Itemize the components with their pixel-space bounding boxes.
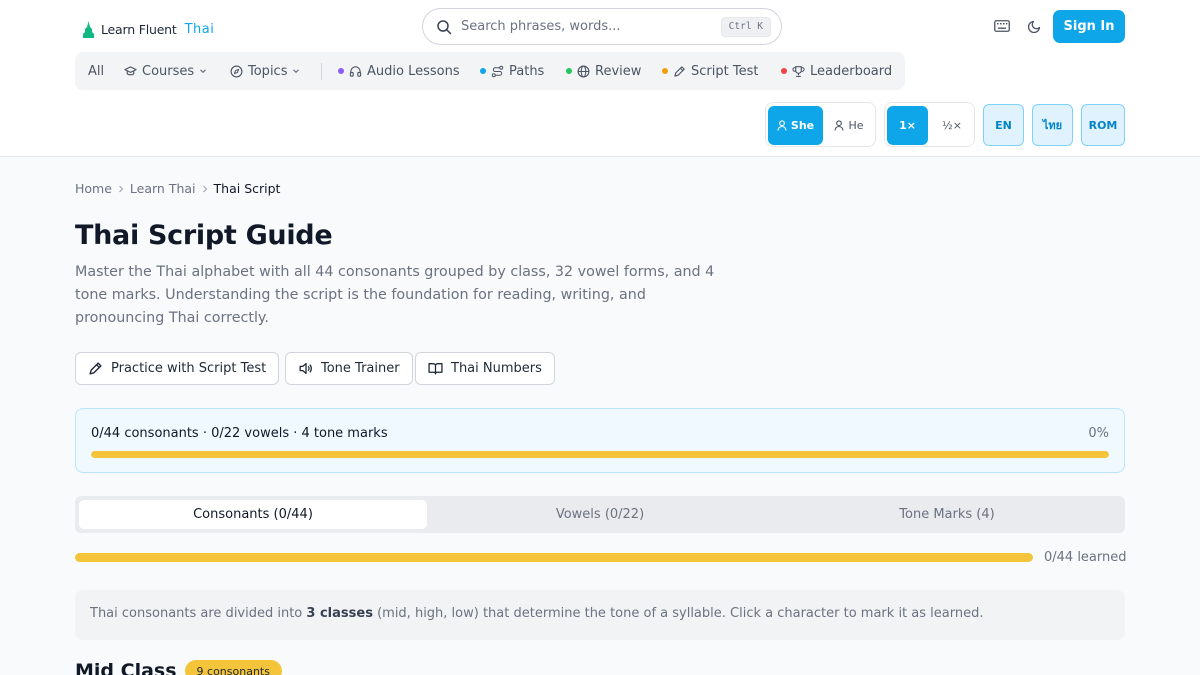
- user-icon: [834, 120, 845, 131]
- script-test-button[interactable]: Practice with Script Test: [75, 352, 280, 385]
- learned-progress-bar: [75, 553, 1033, 562]
- info-text-bold: 3 classes: [306, 606, 373, 621]
- nav-dot: [338, 68, 344, 74]
- nav-courses[interactable]: Courses: [124, 52, 207, 90]
- tab-vowels[interactable]: Vowels (0/22): [426, 500, 774, 529]
- search-icon: [437, 20, 452, 35]
- nav-dot: [781, 68, 787, 74]
- lang-en-button[interactable]: EN: [983, 104, 1024, 146]
- keyboard-icon: [994, 20, 1010, 32]
- nav-courses-label: Courses: [142, 63, 195, 79]
- thai-numbers-button[interactable]: Thai Numbers: [415, 352, 555, 385]
- voice-she-label: She: [790, 119, 815, 132]
- nav-all-label: All: [88, 63, 105, 79]
- tab-tone-marks[interactable]: Tone Marks (4): [773, 500, 1121, 529]
- pen-icon: [89, 362, 102, 375]
- nav-divider: [321, 63, 322, 80]
- chevron-down-icon: [200, 69, 207, 74]
- speaker-icon: [299, 363, 312, 374]
- main-nav: All Courses Topics Audio Lessons Paths R…: [75, 52, 905, 90]
- headphones-icon: [349, 65, 362, 77]
- brand-name: Learn Fluent: [101, 21, 177, 37]
- pen-icon: [674, 65, 685, 77]
- consonant-info-box: Thai consonants are divided into 3 class…: [75, 590, 1125, 640]
- book-icon: [428, 363, 443, 375]
- search-input[interactable]: Search phrases, words...: [461, 19, 621, 34]
- info-text-before: Thai consonants are divided into: [90, 606, 307, 621]
- nav-topics-label: Topics: [248, 63, 288, 79]
- user-icon: [777, 120, 787, 131]
- compass-icon: [230, 65, 243, 77]
- consonant-count-badge: 9 consonants: [184, 660, 282, 675]
- theme-toggle-button[interactable]: [1025, 16, 1045, 36]
- voice-she-button[interactable]: She: [768, 106, 823, 145]
- nav-dot: [566, 68, 572, 74]
- keyboard-button[interactable]: [992, 16, 1012, 36]
- nav-dot: [662, 68, 668, 74]
- progress-summary-text: 0/44 consonants · 0/22 vowels · 4 tone m…: [91, 426, 388, 441]
- chevron-down-icon: [293, 69, 300, 74]
- graduation-cap-icon: [124, 65, 137, 75]
- progress-bar: [91, 451, 1109, 458]
- speed-toggle: 1× ½×: [884, 102, 975, 147]
- info-text-after: (mid, high, low) that determine the tone…: [372, 606, 984, 621]
- speed-half-label: ½×: [942, 119, 962, 132]
- breadcrumb: Home Learn Thai Thai Script: [75, 181, 280, 196]
- brand-logo[interactable]: Learn Fluent Thai: [82, 19, 214, 39]
- thai-numbers-label: Thai Numbers: [451, 361, 542, 376]
- speed-half-button[interactable]: ½×: [930, 106, 974, 145]
- voice-he-button[interactable]: He: [823, 106, 875, 145]
- page-description: Master the Thai alphabet with all 44 con…: [75, 264, 715, 326]
- nav-audio-lessons-label: Audio Lessons: [367, 63, 460, 79]
- temple-icon: [83, 20, 94, 38]
- tab-consonants[interactable]: Consonants (0/44): [79, 500, 427, 529]
- breadcrumb-current: Thai Script: [213, 181, 281, 196]
- speed-normal-button[interactable]: 1×: [887, 106, 928, 145]
- page-title: Thai Script Guide: [75, 220, 333, 251]
- nav-script-test-label: Script Test: [691, 63, 759, 79]
- nav-script-test[interactable]: Script Test: [662, 52, 758, 90]
- lang-thai-button[interactable]: ไทย: [1032, 104, 1073, 146]
- tone-trainer-label: Tone Trainer: [321, 361, 400, 376]
- search-shortcut: Ctrl K: [720, 17, 771, 37]
- speed-normal-label: 1×: [899, 119, 916, 132]
- mid-class-heading: Mid Class 9 consonants: [75, 660, 282, 675]
- voice-he-label: He: [848, 119, 864, 132]
- nav-dot: [480, 68, 486, 74]
- nav-review-label: Review: [595, 63, 642, 79]
- learned-count: 0/44 learned: [1044, 550, 1127, 565]
- progress-percent: 0%: [1088, 426, 1109, 441]
- nav-topics[interactable]: Topics: [230, 52, 300, 90]
- chevron-right-icon: [119, 185, 124, 192]
- site-header: Learn Fluent Thai Search phrases, words.…: [0, 0, 1200, 157]
- progress-bar-fill: [91, 451, 1109, 458]
- trophy-icon: [792, 65, 805, 77]
- nav-all[interactable]: All: [88, 52, 104, 90]
- section-title: Mid Class: [75, 660, 177, 675]
- nav-audio-lessons[interactable]: Audio Lessons: [338, 52, 460, 90]
- script-tabs: Consonants (0/44) Vowels (0/22) Tone Mar…: [75, 496, 1125, 533]
- voice-toggle: She He: [765, 102, 876, 147]
- lang-rom-button[interactable]: ROM: [1081, 104, 1125, 146]
- script-test-label: Practice with Script Test: [111, 361, 267, 376]
- breadcrumb-learn-thai[interactable]: Learn Thai: [130, 181, 196, 196]
- route-icon: [491, 65, 504, 77]
- nav-leaderboard[interactable]: Leaderboard: [781, 52, 892, 90]
- sign-in-button[interactable]: Sign In: [1053, 10, 1125, 43]
- nav-paths[interactable]: Paths: [480, 52, 544, 90]
- nav-review[interactable]: Review: [566, 52, 641, 90]
- breadcrumb-home[interactable]: Home: [75, 181, 112, 196]
- search-box[interactable]: Search phrases, words... Ctrl K: [422, 8, 782, 45]
- globe-icon: [577, 65, 590, 77]
- tone-trainer-button[interactable]: Tone Trainer: [285, 352, 413, 385]
- brand-accent: Thai: [184, 21, 215, 37]
- chevron-right-icon: [202, 185, 207, 192]
- nav-paths-label: Paths: [509, 63, 545, 79]
- learned-progress-fill: [75, 553, 1033, 562]
- consonant-info-text: Thai consonants are divided into 3 class…: [90, 606, 983, 621]
- progress-summary-card: 0/44 consonants · 0/22 vowels · 4 tone m…: [75, 408, 1125, 473]
- nav-leaderboard-label: Leaderboard: [810, 63, 893, 79]
- moon-icon: [1028, 20, 1041, 33]
